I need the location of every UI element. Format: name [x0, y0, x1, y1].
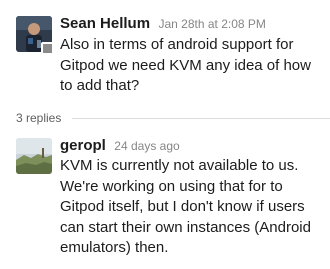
author-name[interactable]: Sean Hellum	[60, 15, 150, 32]
thread-replies-bar: 3 replies	[0, 108, 330, 128]
landscape-photo-icon[interactable]	[16, 138, 52, 174]
replies-count-link[interactable]: 3 replies	[16, 110, 61, 126]
message-timestamp[interactable]: 24 days ago	[114, 139, 179, 153]
message-timestamp[interactable]: Jan 28th at 2:08 PM	[158, 17, 265, 31]
message-text: Also in terms of android support for Git…	[60, 36, 311, 94]
presence-status-indicator	[41, 42, 54, 55]
author-name[interactable]: geropl	[60, 137, 106, 154]
thread-divider	[72, 118, 330, 119]
message-text: KVM is currently not available to us. We…	[60, 157, 311, 256]
message-header: Sean Hellum Jan 28th at 2:08 PM	[60, 15, 266, 33]
message-header: geropl 24 days ago	[60, 137, 180, 155]
